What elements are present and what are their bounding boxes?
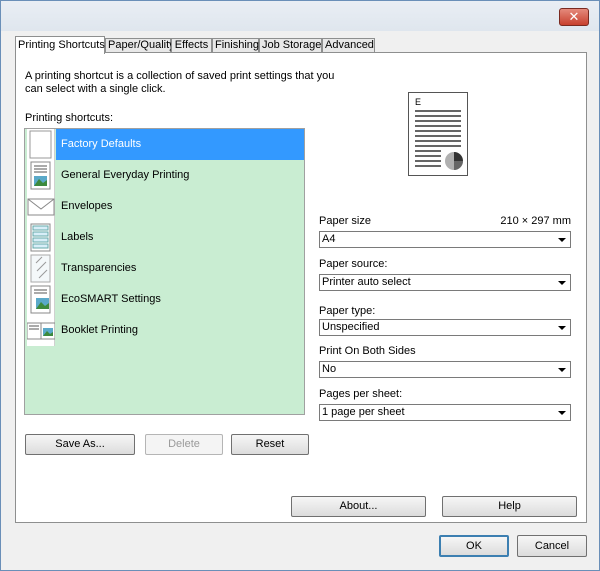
chevron-down-icon [558, 411, 566, 415]
both-sides-value: No [322, 363, 337, 375]
shortcuts-list[interactable]: Factory Defaults General Everyday Printi… [24, 128, 305, 415]
shortcut-label: Transparencies [61, 262, 137, 274]
paper-source-value: Printer auto select [322, 276, 411, 288]
paper-size-dimensions: 210 × 297 mm [500, 215, 571, 227]
shortcut-label: General Everyday Printing [61, 169, 190, 181]
cancel-button[interactable]: Cancel [517, 535, 587, 557]
paper-source-label: Paper source: [319, 258, 388, 270]
tab-advanced[interactable]: Advanced [322, 38, 375, 53]
transparency-icon [27, 253, 55, 284]
shortcut-envelopes[interactable]: Envelopes [25, 191, 304, 222]
shortcut-booklet[interactable]: Booklet Printing [25, 315, 304, 346]
shortcut-label: Factory Defaults [56, 129, 304, 160]
shortcut-factory-defaults[interactable]: Factory Defaults [25, 129, 304, 160]
both-sides-label: Print On Both Sides [319, 345, 416, 357]
paper-size-value: A4 [322, 233, 336, 245]
shortcut-labels[interactable]: Labels [25, 222, 304, 253]
chevron-down-icon [558, 238, 566, 242]
help-button[interactable]: Help [442, 496, 577, 517]
shortcut-label: EcoSMART Settings [61, 293, 161, 305]
paper-size-select[interactable]: A4 [319, 231, 571, 248]
about-button[interactable]: About... [291, 496, 426, 517]
both-sides-select[interactable]: No [319, 361, 571, 378]
tab-printing-shortcuts[interactable]: Printing Shortcuts [15, 36, 105, 54]
printing-shortcuts-panel: A printing shortcut is a collection of s… [15, 52, 587, 523]
tab-effects[interactable]: Effects [171, 38, 212, 53]
preview-letter: E [415, 97, 421, 107]
paper-type-label: Paper type: [319, 305, 376, 317]
shortcuts-list-label: Printing shortcuts: [25, 112, 114, 124]
shortcut-description: A printing shortcut is a collection of s… [25, 70, 335, 95]
tab-job-storage[interactable]: Job Storage [259, 38, 322, 53]
pages-per-sheet-select[interactable]: 1 page per sheet [319, 404, 571, 421]
close-icon: ✕ [568, 9, 580, 24]
ok-button[interactable]: OK [439, 535, 509, 557]
document-photo-icon [27, 160, 55, 191]
pages-per-sheet-value: 1 page per sheet [322, 406, 405, 418]
chevron-down-icon [558, 281, 566, 285]
page-preview-graphic: E [415, 97, 463, 170]
save-as-button[interactable]: Save As... [25, 434, 135, 455]
tab-finishing[interactable]: Finishing [212, 38, 259, 53]
print-properties-dialog: ✕ Printing Shortcuts Paper/Quality Effec… [0, 0, 600, 571]
shortcut-label: Booklet Printing [61, 324, 139, 336]
reset-button[interactable]: Reset [231, 434, 309, 455]
chevron-down-icon [558, 368, 566, 372]
close-button[interactable]: ✕ [559, 8, 589, 26]
shortcut-ecosmart[interactable]: EcoSMART Settings [25, 284, 304, 315]
paper-type-value: Unspecified [322, 321, 380, 333]
paper-source-select[interactable]: Printer auto select [319, 274, 571, 291]
paper-size-label: Paper size [319, 215, 371, 227]
pages-per-sheet-label: Pages per sheet: [319, 388, 403, 400]
envelope-icon [27, 191, 55, 222]
chevron-down-icon [558, 326, 566, 330]
eco-document-icon [27, 284, 55, 315]
booklet-icon [26, 315, 56, 346]
delete-button[interactable]: Delete [145, 434, 223, 455]
page-preview: E [408, 92, 468, 176]
labels-sheet-icon [27, 222, 55, 253]
shortcut-transparencies[interactable]: Transparencies [25, 253, 304, 284]
tab-paper-quality[interactable]: Paper/Quality [105, 38, 175, 53]
title-bar: ✕ [1, 1, 599, 31]
paper-type-select[interactable]: Unspecified [319, 319, 571, 336]
shortcut-general-everyday[interactable]: General Everyday Printing [25, 160, 304, 191]
shortcut-label: Envelopes [61, 200, 113, 212]
shortcut-label: Labels [61, 231, 94, 243]
blank-page-icon [27, 129, 55, 160]
